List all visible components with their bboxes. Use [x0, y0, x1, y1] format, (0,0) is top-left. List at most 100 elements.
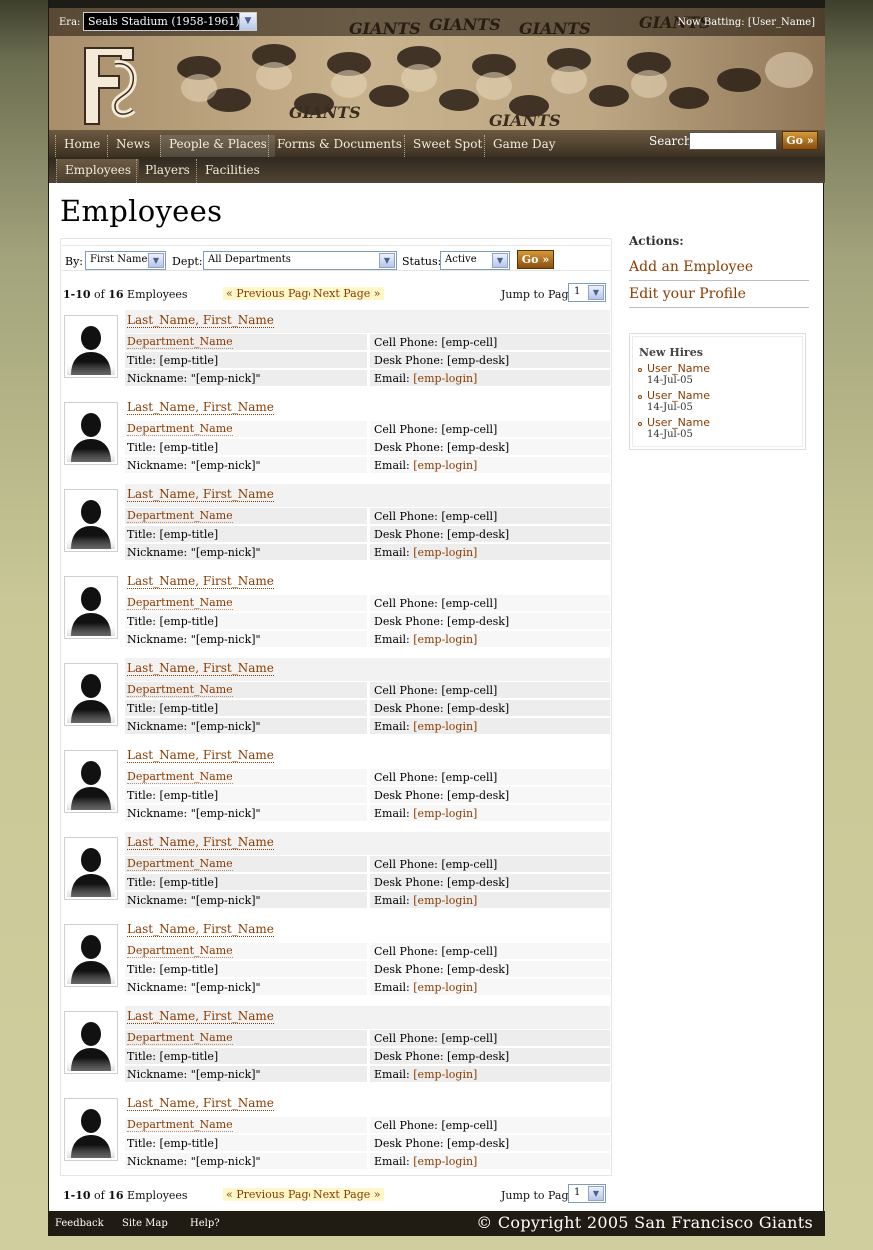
add-employee-link[interactable]: Add an Employee — [629, 254, 809, 281]
employee-name-link[interactable]: Last_Name, First_Name — [127, 662, 274, 676]
department-link[interactable]: Department_Name — [127, 423, 233, 436]
employee-name-link[interactable]: Last_Name, First_Name — [127, 1010, 274, 1024]
cell-phone: Cell Phone: [emp-cell] — [374, 423, 498, 436]
subnav-employees[interactable]: Employees — [56, 159, 140, 183]
sort-by-select[interactable]: First Name ▼ — [85, 251, 166, 270]
edit-profile-link[interactable]: Edit your Profile — [629, 281, 809, 308]
nav-game-day[interactable]: Game Day — [484, 135, 564, 157]
subnav-players[interactable]: Players — [136, 159, 198, 183]
employee-photo[interactable] — [64, 663, 118, 726]
employee-name-link[interactable]: Last_Name, First_Name — [127, 488, 274, 502]
desk-phone: Desk Phone: [emp-desk] — [374, 702, 510, 715]
chevron-down-icon[interactable]: ▼ — [588, 1186, 604, 1201]
new-hire-user[interactable]: User_Name — [647, 389, 710, 402]
department-select[interactable]: All Departments ▼ — [203, 251, 397, 270]
employee-name-link[interactable]: Last_Name, First_Name — [127, 1097, 274, 1111]
jump-to-page-select[interactable]: 1 ▼ — [568, 1184, 606, 1203]
filter-go-button[interactable]: Go » — [517, 250, 554, 269]
new-hire-user[interactable]: User_Name — [647, 416, 710, 429]
nav-people-places[interactable]: People & Places — [160, 135, 275, 157]
previous-page-link[interactable]: « Previous Page — [223, 287, 318, 300]
filter-bar: By: First Name ▼ Dept: All Departments ▼… — [62, 245, 610, 271]
employee-photo[interactable] — [64, 402, 118, 465]
desk-phone: Desk Phone: [emp-desk] — [374, 1050, 510, 1063]
footer: Feedback Site Map Help? © Copyright 2005… — [49, 1211, 825, 1236]
site-map-link[interactable]: Site Map — [122, 1218, 168, 1229]
chevron-down-icon[interactable]: ▼ — [379, 253, 395, 268]
employee-title: Title: [emp-title] — [127, 702, 219, 715]
chevron-down-icon[interactable]: ▼ — [148, 253, 164, 268]
employee-nickname: Nickname: "[emp-nick]" — [127, 807, 261, 820]
employee-row: Last_Name, First_Name Department_Name Cell… — [62, 397, 610, 484]
subnav-facilities[interactable]: Facilities — [196, 159, 268, 183]
email-link[interactable]: [emp-login] — [413, 1068, 477, 1081]
nav-forms-documents[interactable]: Forms & Documents — [268, 135, 410, 157]
help-link[interactable]: Help? — [190, 1218, 220, 1229]
department-link[interactable]: Department_Name — [127, 858, 233, 871]
department-link[interactable]: Department_Name — [127, 510, 233, 523]
employee-name-link[interactable]: Last_Name, First_Name — [127, 923, 274, 937]
employee-name-link[interactable]: Last_Name, First_Name — [127, 575, 274, 589]
new-hires-inner: New Hires User_Name 14-Jul-05 User_Name … — [632, 336, 803, 447]
employee-photo[interactable] — [64, 1011, 118, 1074]
bullet-icon — [638, 422, 642, 426]
email-link[interactable]: [emp-login] — [413, 720, 477, 733]
email: Email: [emp-login] — [374, 894, 477, 907]
email-label: Email: — [374, 633, 410, 646]
search-go-button[interactable]: Go » — [782, 131, 818, 150]
svg-text:GIANTS: GIANTS — [289, 103, 361, 122]
next-page-link[interactable]: Next Page » — [310, 287, 384, 300]
email-link[interactable]: [emp-login] — [413, 981, 477, 994]
email-link[interactable]: [emp-login] — [413, 894, 477, 907]
employee-name-link[interactable]: Last_Name, First_Name — [127, 401, 274, 415]
desk-phone: Desk Phone: [emp-desk] — [374, 1137, 510, 1150]
email-link[interactable]: [emp-login] — [413, 372, 477, 385]
cell-phone: Cell Phone: [emp-cell] — [374, 684, 498, 697]
department-link[interactable]: Department_Name — [127, 1032, 233, 1045]
status-select[interactable]: Active ▼ — [440, 251, 510, 270]
email-label: Email: — [374, 807, 410, 820]
nav-sweet-spot[interactable]: Sweet Spot — [404, 135, 490, 157]
employee-name-link[interactable]: Last_Name, First_Name — [127, 836, 274, 850]
user-silhouette-icon — [67, 840, 115, 897]
employee-photo[interactable] — [64, 1098, 118, 1161]
department-link[interactable]: Department_Name — [127, 336, 233, 349]
email-link[interactable]: [emp-login] — [413, 1155, 477, 1168]
search-input[interactable] — [689, 132, 777, 150]
department-link[interactable]: Department_Name — [127, 945, 233, 958]
employee-photo[interactable] — [64, 576, 118, 639]
chevron-down-icon[interactable]: ▼ — [492, 253, 508, 268]
employee-photo[interactable] — [64, 750, 118, 813]
department-link[interactable]: Department_Name — [127, 771, 233, 784]
employee-nickname: Nickname: "[emp-nick]" — [127, 372, 261, 385]
new-hire-user[interactable]: User_Name — [647, 362, 710, 375]
employee-photo[interactable] — [64, 489, 118, 552]
employee-photo[interactable] — [64, 924, 118, 987]
email-link[interactable]: [emp-login] — [413, 633, 477, 646]
email: Email: [emp-login] — [374, 1155, 477, 1168]
user-silhouette-icon — [67, 927, 115, 984]
department-link[interactable]: Department_Name — [127, 597, 233, 610]
jump-to-page-select[interactable]: 1 ▼ — [568, 283, 606, 302]
department-link[interactable]: Department_Name — [127, 1119, 233, 1132]
email-link[interactable]: [emp-login] — [413, 459, 477, 472]
previous-page-link[interactable]: « Previous Page — [223, 1188, 318, 1201]
era-select[interactable]: Seals Stadium (1958-1961) ▼ — [83, 12, 257, 31]
email-link[interactable]: [emp-login] — [413, 546, 477, 559]
chevron-down-icon[interactable]: ▼ — [588, 285, 604, 300]
email-label: Email: — [374, 981, 410, 994]
department-link[interactable]: Department_Name — [127, 684, 233, 697]
feedback-link[interactable]: Feedback — [55, 1218, 104, 1229]
chevron-down-icon[interactable]: ▼ — [239, 13, 256, 30]
department-value: All Departments — [208, 254, 291, 265]
email-link[interactable]: [emp-login] — [413, 807, 477, 820]
employee-photo[interactable] — [64, 315, 118, 378]
nav-news[interactable]: News — [107, 135, 158, 157]
employee-name-link[interactable]: Last_Name, First_Name — [127, 749, 274, 763]
nav-home[interactable]: Home — [55, 135, 108, 157]
pager-bottom: 1-10 of 16 Employees « Previous Page Nex… — [61, 1184, 609, 1206]
employee-photo[interactable] — [64, 837, 118, 900]
employee-nickname: Nickname: "[emp-nick]" — [127, 546, 261, 559]
employee-name-link[interactable]: Last_Name, First_Name — [127, 314, 274, 328]
next-page-link[interactable]: Next Page » — [310, 1188, 384, 1201]
